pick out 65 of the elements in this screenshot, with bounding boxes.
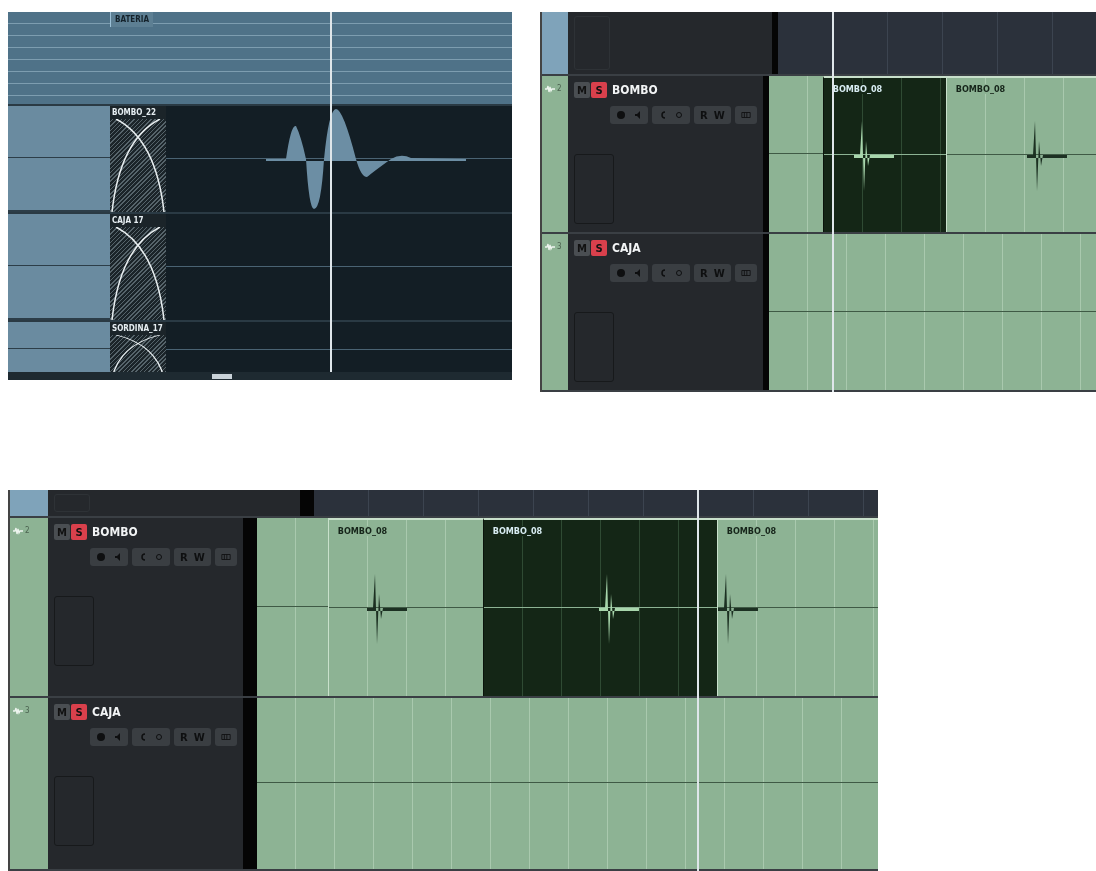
speaker-icon[interactable] xyxy=(112,552,122,562)
playhead-line[interactable] xyxy=(697,490,699,871)
waveform-icon xyxy=(13,706,23,716)
track-name: BOMBO xyxy=(612,83,658,97)
record-icon[interactable] xyxy=(96,732,106,742)
solo-button[interactable]: S xyxy=(591,82,607,98)
circle-icon[interactable] xyxy=(154,732,164,742)
clip-label: CAJA 17 xyxy=(110,214,166,227)
folder-color-strip xyxy=(542,12,568,74)
waveform-icon xyxy=(545,242,555,252)
track-number: 2 xyxy=(557,84,562,93)
circle-icon[interactable] xyxy=(674,110,684,120)
track-number: 3 xyxy=(25,706,30,715)
speaker-icon[interactable] xyxy=(112,732,122,742)
track-name: CAJA xyxy=(92,705,121,719)
track-name: BOMBO xyxy=(92,525,138,539)
solo-button[interactable]: S xyxy=(71,524,87,540)
folder-label: BATERIA xyxy=(110,12,154,27)
splitter-bar[interactable] xyxy=(762,76,769,232)
track-number: 2 xyxy=(25,526,30,535)
record-icon[interactable] xyxy=(616,110,626,120)
record-icon[interactable] xyxy=(96,552,106,562)
splitter-bar[interactable] xyxy=(772,12,778,74)
record-icon[interactable] xyxy=(616,268,626,278)
circle-icon[interactable] xyxy=(674,268,684,278)
clip-label: BOMBO_08 xyxy=(831,84,884,94)
splitter-bar[interactable] xyxy=(762,234,769,390)
speaker-icon[interactable] xyxy=(632,110,642,120)
solo-button[interactable]: S xyxy=(591,240,607,256)
clip-label: BOMBO_22 xyxy=(110,106,166,119)
loop-icon[interactable] xyxy=(138,732,148,742)
mute-button[interactable]: M xyxy=(574,240,590,256)
track-name: CAJA xyxy=(612,241,641,255)
loop-icon[interactable] xyxy=(658,110,668,120)
speaker-icon[interactable] xyxy=(632,268,642,278)
audio-clip[interactable]: BOMBO_08 xyxy=(716,518,878,696)
track-number: 3 xyxy=(557,242,562,251)
clip-label: SORDINA_17 xyxy=(110,322,166,335)
folder-color-strip xyxy=(10,490,48,516)
circle-icon[interactable] xyxy=(154,552,164,562)
keyboard-icon[interactable] xyxy=(220,552,231,562)
loop-icon[interactable] xyxy=(138,552,148,562)
keyboard-icon[interactable] xyxy=(220,732,231,742)
playhead-line[interactable] xyxy=(832,12,834,392)
audio-clip[interactable]: BOMBO_08 xyxy=(822,76,946,232)
clip-label: BOMBO_08 xyxy=(336,526,389,536)
waveform-icon xyxy=(545,84,555,94)
keyboard-icon[interactable] xyxy=(740,268,751,278)
audio-clip[interactable]: BOMBO_08 xyxy=(482,518,717,696)
mute-button[interactable]: M xyxy=(54,704,70,720)
audio-clip[interactable]: BOMBO_08 xyxy=(945,76,1096,232)
splitter-bar[interactable] xyxy=(300,490,314,516)
mute-button[interactable]: M xyxy=(574,82,590,98)
audio-clip[interactable]: BOMBO_08 xyxy=(327,518,483,696)
keyboard-icon[interactable] xyxy=(740,110,751,120)
mute-button[interactable]: M xyxy=(54,524,70,540)
horizontal-scrollbar[interactable] xyxy=(8,372,512,380)
solo-button[interactable]: S xyxy=(71,704,87,720)
clip-label: BOMBO_08 xyxy=(954,84,1007,94)
timeline-ruler[interactable] xyxy=(778,12,1096,74)
timeline-ruler[interactable] xyxy=(314,490,878,516)
clip-label: BOMBO_08 xyxy=(491,526,544,536)
loop-icon[interactable] xyxy=(658,268,668,278)
clip-label: BOMBO_08 xyxy=(725,526,778,536)
waveform-icon xyxy=(13,526,23,536)
